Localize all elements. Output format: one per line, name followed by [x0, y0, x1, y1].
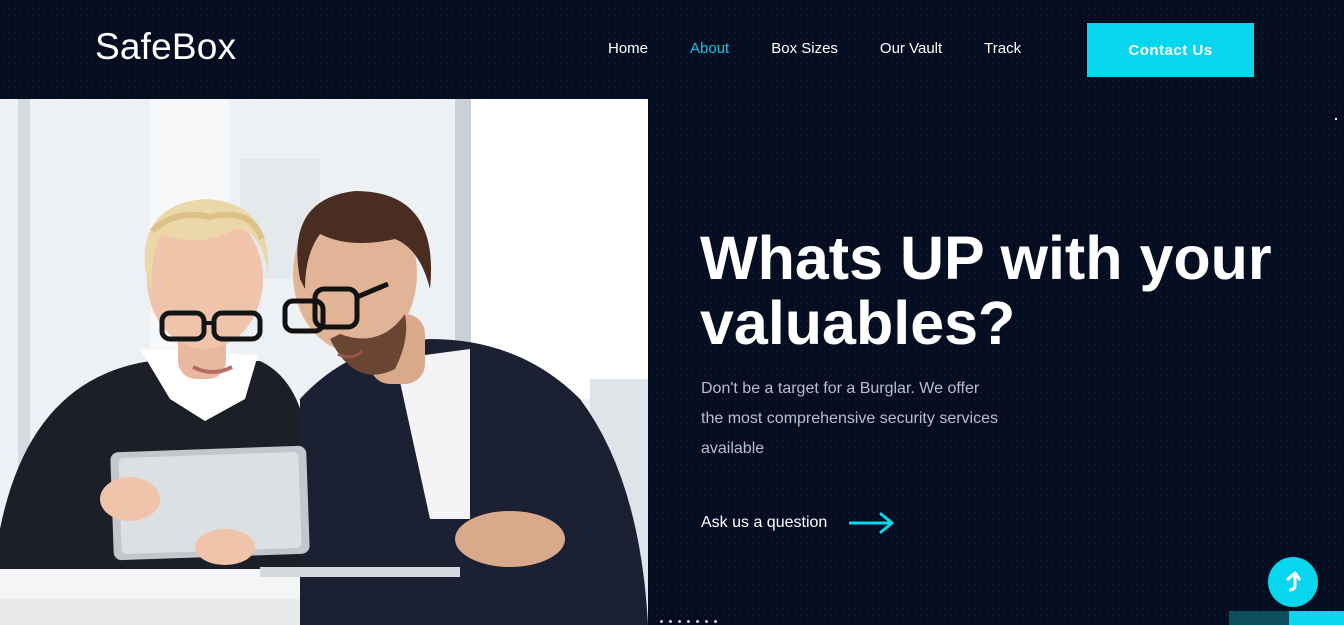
nav-item-our-vault[interactable]: Our Vault [880, 40, 942, 57]
ask-question-link[interactable]: Ask us a question [701, 511, 895, 535]
contact-us-button[interactable]: Contact Us [1087, 23, 1254, 77]
decorative-block-dark [1229, 611, 1289, 625]
hero-description: Don't be a target for a Burglar. We offe… [701, 380, 998, 457]
hero-title-line-2: valuables? [700, 289, 1016, 357]
nav-item-box-sizes[interactable]: Box Sizes [771, 40, 838, 57]
brand-logo[interactable]: SafeBox [95, 26, 236, 68]
hero-title-line-1: Whats UP with your [700, 224, 1272, 292]
arrow-up-icon [1286, 571, 1302, 592]
scroll-to-top-button[interactable] [1268, 557, 1318, 607]
page: SafeBox Home About Box Sizes Our Vault T… [0, 0, 1344, 625]
decorative-dots [660, 620, 723, 623]
arrow-right-icon [849, 512, 894, 534]
decorative-star [1335, 118, 1337, 120]
hero-photo [0, 99, 648, 625]
decorative-block-cyan [1289, 611, 1344, 625]
nav-item-home[interactable]: Home [608, 40, 648, 57]
hero-title: Whats UP with your valuables? [700, 226, 1320, 356]
nav-item-about[interactable]: About [690, 40, 729, 57]
people-with-tablet-illustration [0, 99, 648, 625]
ask-question-label: Ask us a question [701, 514, 828, 531]
nav-item-track[interactable]: Track [984, 40, 1021, 57]
main-nav: Home About Box Sizes Our Vault Track [608, 40, 1063, 57]
site-header: SafeBox Home About Box Sizes Our Vault T… [0, 0, 1344, 99]
